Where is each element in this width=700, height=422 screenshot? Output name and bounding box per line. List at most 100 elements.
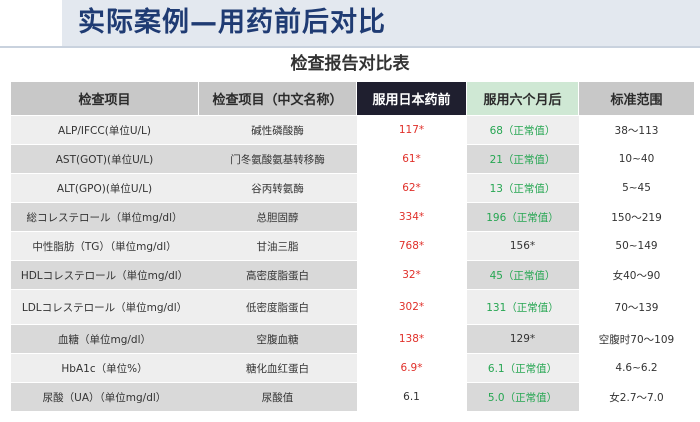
cell-item-cn: 空腹血糖 (198, 324, 357, 354)
cell-item: LDLコレステロール（単位mg/dl） (10, 289, 199, 325)
cell-before: 302* (356, 289, 467, 325)
table-row: HDLコレステロール（単位mg/dl） 高密度脂蛋白 32* 45（正常值） 女40～9… (10, 260, 695, 290)
slide-title: 实际案例—用药前后对比 (78, 7, 386, 38)
cell-item-cn: 总胆固醇 (198, 202, 357, 232)
cell-after-text: 156* (509, 240, 536, 252)
table-row: 血糖（单位mg/dl） 空腹血糖 138* 129* 空腹时70～109 (10, 324, 695, 354)
comparison-table: 检查项目 检查项目（中文名称） 服用日本药前 服用六个月后 标准范围 ALP/I… (10, 81, 695, 412)
cell-item: HbA1c（单位%） (10, 353, 199, 383)
cell-item-cn-text: 碱性磷酸酶 (251, 124, 304, 137)
cell-after-text: 6.1（正常值） (487, 362, 558, 375)
table-row: 総コレステロール（単位mg/dl） 总胆固醇 334* 196（正常值） 150～219 (10, 202, 695, 232)
cell-item: 血糖（单位mg/dl） (10, 324, 199, 354)
cell-after: 68（正常值） (466, 115, 579, 145)
cell-item-cn-text: 空腹血糖 (256, 333, 299, 346)
cell-item: HDLコレステロール（単位mg/dl） (10, 260, 199, 290)
table-row: AST(GOT)(单位U/L) 门冬氨酸氨基转移酶 61* 21（正常值） 10~40 (10, 144, 695, 174)
cell-range: 38～113 (578, 115, 695, 145)
cell-before: 117* (356, 115, 467, 145)
cell-item-cn: 低密度脂蛋白 (198, 289, 357, 325)
cell-item-text: 血糖（单位mg/dl） (57, 333, 151, 346)
cell-item: AST(GOT)(单位U/L) (10, 144, 199, 174)
table-row: HbA1c（单位%） 糖化血红蛋白 6.9* 6.1（正常值） 4.6~6.2 (10, 353, 695, 383)
cell-before-text: 61* (402, 153, 421, 165)
cell-before-text: 138* (398, 333, 425, 345)
cell-item-cn-text: 高密度脂蛋白 (246, 269, 309, 282)
cell-item-cn-text: 谷丙转氨酶 (251, 182, 304, 195)
cell-range-text: 10~40 (618, 153, 655, 165)
cell-item: 中性脂肪（TG）（単位mg/dl） (10, 231, 199, 261)
cell-item-text: HbA1c（单位%） (61, 362, 148, 375)
cell-item-cn: 甘油三脂 (198, 231, 357, 261)
table-row: ALT(GPO)(单位U/L) 谷丙转氨酶 62* 13（正常值） 5~45 (10, 173, 695, 203)
cell-item-cn-text: 甘油三脂 (256, 240, 299, 253)
cell-item-text: HDLコレステロール（単位mg/dl） (20, 269, 189, 282)
cell-item-cn-text: 低密度脂蛋白 (246, 301, 309, 314)
cell-before: 6.1 (356, 382, 467, 412)
cell-range-text: 50~149 (615, 240, 658, 252)
cell-range: 空腹时70～109 (578, 324, 695, 354)
cell-before: 334* (356, 202, 467, 232)
cell-after: 21（正常值） (466, 144, 579, 174)
cell-before-text: 334* (398, 211, 425, 223)
cell-before-text: 302* (398, 301, 425, 313)
cell-range-text: 150～219 (611, 211, 662, 224)
table-body: ALP/IFCC(单位U/L) 碱性磷酸酶 117* 68（正常值） 38～113 AST… (10, 115, 695, 412)
cell-before: 32* (356, 260, 467, 290)
cell-after: 129* (466, 324, 579, 354)
cell-range: 50~149 (578, 231, 695, 261)
cell-range-text: 空腹时70～109 (598, 333, 675, 346)
table-row: 尿酸（UA）（单位mg/dl） 尿酸值 6.1 5.0（正常值） 女2.7～7.0 (10, 382, 695, 412)
cell-after: 6.1（正常值） (466, 353, 579, 383)
cell-item-cn: 高密度脂蛋白 (198, 260, 357, 290)
cell-range: 10~40 (578, 144, 695, 174)
cell-item-cn: 尿酸值 (198, 382, 357, 412)
cell-range-text: 4.6~6.2 (615, 362, 658, 374)
cell-range-text: 70～139 (614, 301, 659, 314)
cell-item-cn: 碱性磷酸酶 (198, 115, 357, 145)
cell-item-cn-text: 糖化血红蛋白 (246, 362, 309, 375)
cell-range-text: 38～113 (614, 124, 659, 137)
cell-before: 6.9* (356, 353, 467, 383)
cell-item-text: 総コレステロール（単位mg/dl） (26, 211, 183, 224)
banner-divider (0, 46, 700, 48)
cell-range: 女40～90 (578, 260, 695, 290)
cell-range: 女2.7～7.0 (578, 382, 695, 412)
cell-after-text: 196（正常值） (486, 211, 559, 224)
table-row: 中性脂肪（TG）（単位mg/dl） 甘油三脂 768* 156* 50~149 (10, 231, 695, 261)
cell-range: 150～219 (578, 202, 695, 232)
table-header-row: 检查项目 检查项目（中文名称） 服用日本药前 服用六个月后 标准范围 (10, 81, 695, 116)
cell-after: 5.0（正常值） (466, 382, 579, 412)
cell-after: 45（正常值） (466, 260, 579, 290)
cell-item-cn: 谷丙转氨酶 (198, 173, 357, 203)
cell-after-text: 13（正常值） (489, 182, 556, 195)
cell-range-text: 女40～90 (612, 269, 661, 282)
cell-before-text: 117* (398, 124, 425, 136)
cell-item-cn: 门冬氨酸氨基转移酶 (198, 144, 357, 174)
cell-item-text: LDLコレステロール（単位mg/dl） (21, 301, 188, 314)
cell-range: 70～139 (578, 289, 695, 325)
cell-item-cn-text: 门冬氨酸氨基转移酶 (230, 153, 325, 166)
cell-item: 尿酸（UA）（单位mg/dl） (10, 382, 199, 412)
cell-before: 138* (356, 324, 467, 354)
cell-item-text: AST(GOT)(单位U/L) (55, 153, 154, 166)
cell-item-text: ALT(GPO)(单位U/L) (56, 182, 153, 195)
cell-item: 総コレステロール（単位mg/dl） (10, 202, 199, 232)
cell-after-text: 68（正常值） (489, 124, 556, 137)
cell-range: 4.6~6.2 (578, 353, 695, 383)
cell-range-text: 5~45 (622, 182, 651, 194)
cell-after-text: 131（正常值） (486, 301, 559, 314)
header-item: 检查项目 (10, 81, 199, 116)
table-row: ALP/IFCC(单位U/L) 碱性磷酸酶 117* 68（正常值） 38～113 (10, 115, 695, 145)
cell-before-text: 6.9* (400, 362, 423, 374)
cell-after: 131（正常值） (466, 289, 579, 325)
cell-before: 62* (356, 173, 467, 203)
cell-item-cn-text: 总胆固醇 (256, 211, 299, 224)
cell-before-text: 62* (402, 182, 421, 194)
cell-before: 768* (356, 231, 467, 261)
header-before: 服用日本药前 (356, 81, 467, 116)
header-after: 服用六个月后 (466, 81, 579, 116)
cell-item-cn: 糖化血红蛋白 (198, 353, 357, 383)
cell-item-text: 中性脂肪（TG）（単位mg/dl） (32, 240, 177, 253)
cell-after-text: 129* (509, 333, 536, 345)
